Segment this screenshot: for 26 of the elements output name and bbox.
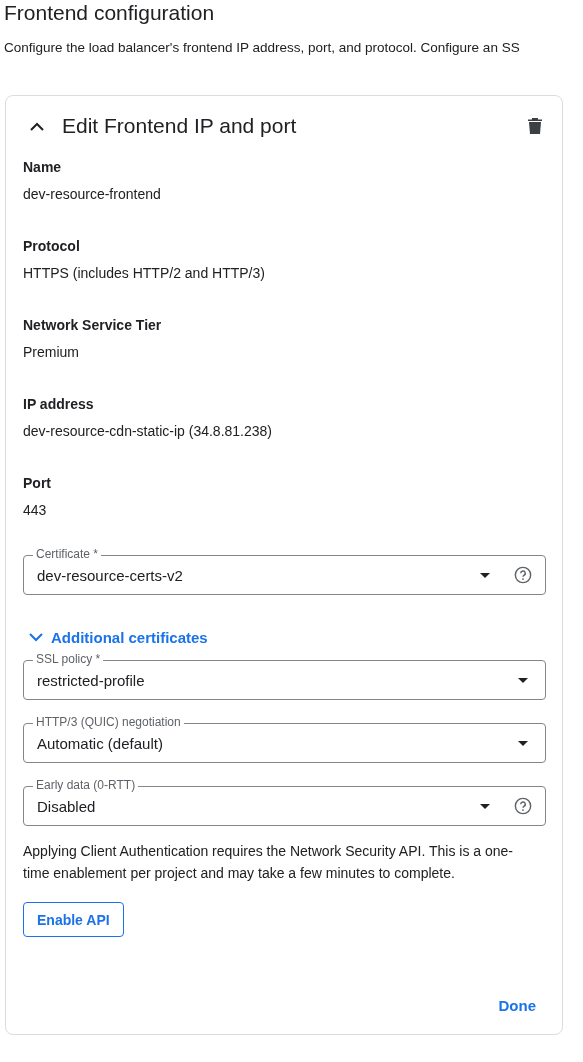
- additional-certificates-toggle[interactable]: Additional certificates: [23, 627, 208, 647]
- help-icon[interactable]: [514, 797, 532, 815]
- property-label: Name: [23, 158, 62, 177]
- page-description: Configure the load balancer's frontend IP address, port, and protocol. Configure an SS: [4, 40, 520, 55]
- property-value: HTTPS (includes HTTP/2 and HTTP/3): [23, 264, 265, 283]
- property-value: dev-resource-cdn-static-ip (34.8.81.238): [23, 422, 272, 441]
- page-title: Frontend configuration: [3, 0, 215, 26]
- notice-text: Applying Client Authentication requires the Network Security API. This is a one-time enablement per project and may take a few minutes to complete.: [23, 842, 514, 883]
- delete-icon[interactable]: [528, 118, 542, 134]
- collapse-icon[interactable]: [30, 121, 44, 131]
- caret-icon: [518, 677, 528, 683]
- property-label: IP address: [23, 395, 94, 414]
- property-label: Port: [23, 474, 51, 493]
- property-value: dev-resource-frontend: [23, 185, 161, 204]
- enable-api-button[interactable]: Enable API: [23, 902, 124, 937]
- caret-icon: [480, 572, 490, 578]
- help-icon[interactable]: [514, 566, 532, 584]
- property-label: Network Service Tier: [23, 316, 162, 335]
- caret-icon: [518, 740, 528, 746]
- property-value: 443: [23, 501, 47, 520]
- property-value: Premium: [23, 343, 79, 362]
- done-button[interactable]: Done: [492, 993, 542, 1018]
- caret-icon: [480, 803, 490, 809]
- property-label: Protocol: [23, 237, 80, 256]
- card-title: Edit Frontend IP and port: [62, 114, 298, 138]
- expand-icon: [29, 632, 43, 642]
